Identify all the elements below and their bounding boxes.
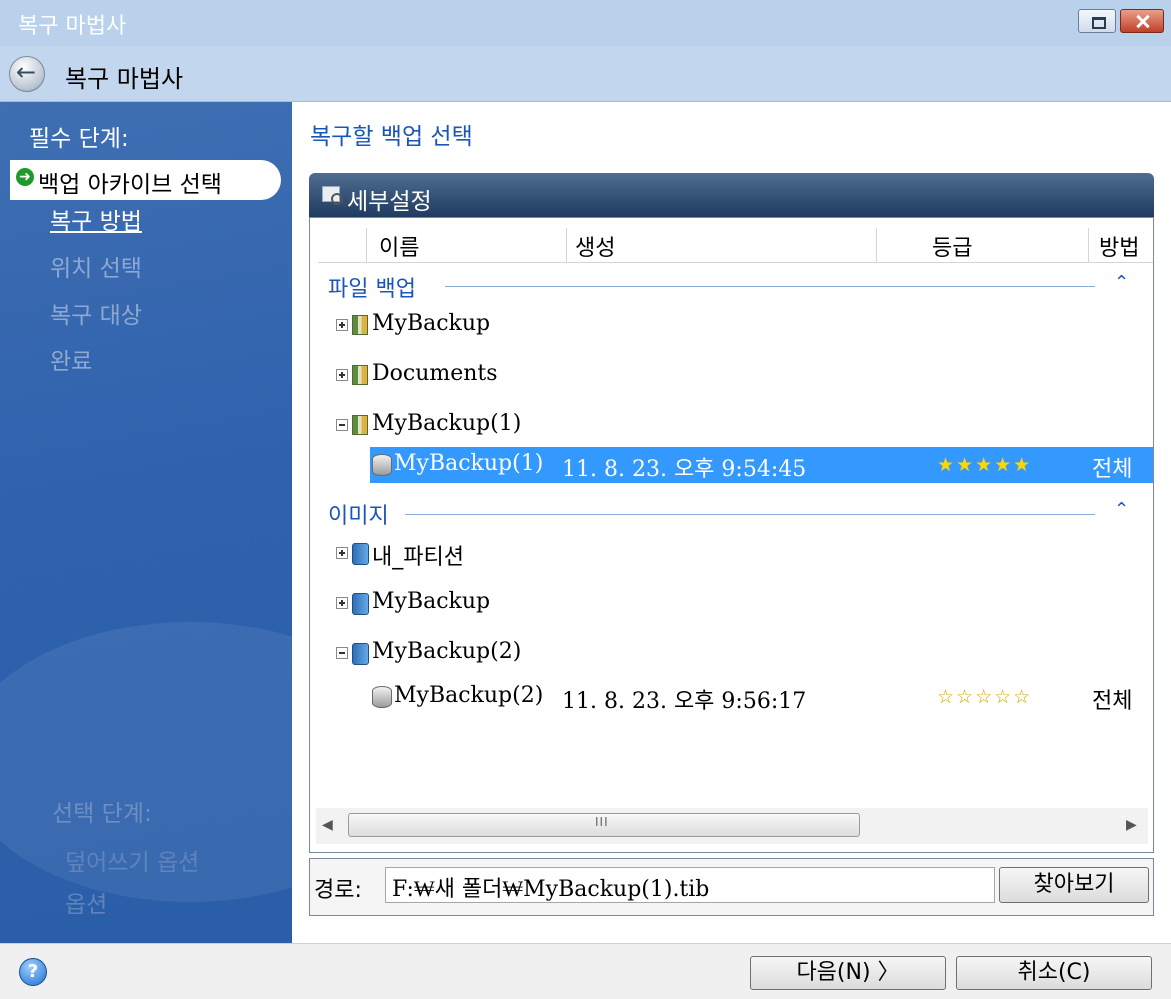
close-icon[interactable] [1120, 9, 1164, 33]
collapse-group-icon[interactable]: ⌃ [1114, 272, 1129, 293]
group-header-file-backup: 파일 백업 [328, 277, 416, 302]
column-created[interactable]: 생성 [566, 228, 876, 263]
expand-icon[interactable] [336, 547, 348, 559]
title-bar: 복구 마법사 [0, 0, 1171, 46]
step-recovery-target: 복구 대상 [50, 303, 142, 329]
cancel-button[interactable]: 취소(C) [956, 956, 1152, 990]
disk-icon [352, 543, 369, 565]
magnifier-icon [322, 186, 343, 205]
step-options: 옵션 [65, 892, 108, 918]
group-header-images: 이미지 [328, 504, 389, 529]
column-method[interactable]: 방법 [1088, 228, 1153, 263]
required-steps-heading: 필수 단계: [29, 126, 129, 152]
disk-icon [352, 593, 369, 615]
details-panel-header[interactable]: 세부설정 [309, 173, 1154, 217]
step-label: 백업 아카이브 선택 [38, 172, 222, 198]
scroll-thumb[interactable] [348, 813, 860, 837]
scroll-left-icon[interactable]: ◀ [322, 817, 333, 833]
group-divider [445, 286, 1095, 287]
horizontal-scrollbar[interactable]: ◀ ▶ [316, 808, 1148, 844]
collapse-group-icon[interactable]: ⌃ [1114, 499, 1129, 520]
details-label: 세부설정 [347, 189, 432, 215]
column-spacer [318, 228, 366, 263]
page-title: 복구할 백업 선택 [310, 124, 473, 150]
main-content: 복구할 백업 선택 세부설정 이름 생성 등급 방법 파일 백업 ⌃ MyBac… [292, 102, 1171, 943]
column-header-row: 이름 생성 등급 방법 [318, 228, 1153, 263]
wizard-header: 복구 마법사 [0, 46, 1171, 102]
rating-stars: ☆☆☆☆☆ [937, 686, 1033, 708]
footer-bar: ? 다음(N) 〉 취소(C) [0, 943, 1171, 999]
step-finish: 완료 [50, 349, 93, 375]
step-choose-location: 위치 선택 [50, 256, 142, 282]
archive-icon [352, 315, 368, 335]
version-name: MyBackup(1) [394, 451, 544, 476]
wizard-title: 복구 마법사 [65, 65, 184, 93]
back-arrow-icon[interactable] [9, 56, 45, 92]
next-button[interactable]: 다음(N) 〉 [750, 956, 946, 990]
tree-item-documents[interactable]: Documents [372, 361, 498, 386]
archive-icon [352, 415, 368, 435]
scroll-right-icon[interactable]: ▶ [1126, 817, 1137, 833]
version-method: 전체 [1092, 689, 1133, 714]
version-created: 11. 8. 23. 오후 9:56:17 [562, 689, 807, 714]
browse-button[interactable]: 찾아보기 [999, 867, 1149, 903]
backup-list[interactable]: 이름 생성 등급 방법 파일 백업 ⌃ MyBackup Documents M… [309, 217, 1154, 853]
step-overwrite-options: 덮어쓰기 옵션 [65, 850, 200, 876]
step-recovery-method[interactable]: 복구 방법 [50, 202, 142, 236]
column-name[interactable]: 이름 [366, 228, 566, 263]
archive-icon [352, 365, 368, 385]
collapse-icon[interactable] [336, 419, 348, 431]
database-icon [372, 454, 392, 476]
optional-steps-heading: 선택 단계: [52, 801, 152, 827]
version-created: 11. 8. 23. 오후 9:54:45 [562, 457, 807, 482]
tree-item-my-partition[interactable]: 내_파티션 [372, 539, 464, 571]
tree-item-mybackup-image[interactable]: MyBackup [372, 589, 490, 614]
tree-item-mybackup[interactable]: MyBackup [372, 311, 490, 336]
disk-icon [352, 643, 369, 665]
path-bar: 경로: F:₩새 폴더₩MyBackup(1).tib 찾아보기 [309, 858, 1154, 916]
group-divider [405, 514, 1095, 515]
minimize-icon[interactable] [1078, 9, 1116, 33]
column-rating[interactable]: 등급 [876, 228, 1088, 263]
database-icon [372, 686, 392, 708]
tree-item-mybackup-1[interactable]: MyBackup(1) [372, 411, 521, 436]
tree-item-mybackup-2[interactable]: MyBackup(2) [372, 639, 521, 664]
expand-icon[interactable] [336, 369, 348, 381]
expand-icon[interactable] [336, 597, 348, 609]
rating-stars: ★★★★★ [937, 454, 1033, 476]
expand-icon[interactable] [336, 319, 348, 331]
path-label: 경로: [314, 878, 362, 903]
green-arrow-icon: ➜ [16, 168, 34, 186]
version-method: 전체 [1092, 457, 1133, 482]
step-select-archive[interactable]: ➜ 백업 아카이브 선택 [10, 160, 281, 200]
steps-sidebar: 필수 단계: ➜ 백업 아카이브 선택 복구 방법 위치 선택 복구 대상 완료… [0, 102, 292, 943]
window-title: 복구 마법사 [18, 14, 127, 39]
version-name[interactable]: MyBackup(2) [394, 683, 543, 708]
path-input[interactable]: F:₩새 폴더₩MyBackup(1).tib [385, 867, 995, 903]
collapse-icon[interactable] [336, 647, 348, 659]
help-icon[interactable]: ? [19, 958, 47, 986]
